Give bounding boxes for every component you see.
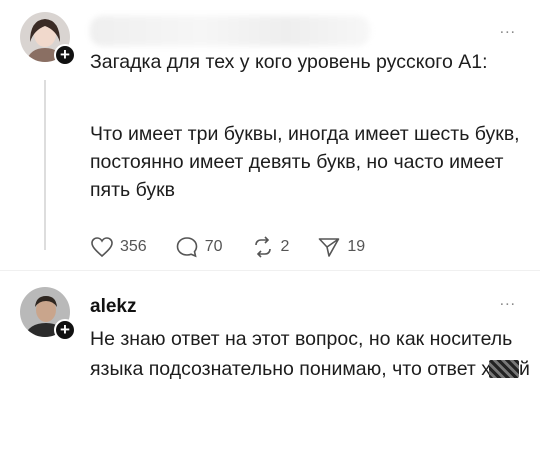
thread-line <box>44 80 46 250</box>
reply-username[interactable]: alekz <box>90 296 136 318</box>
reply-text: Не знаю ответ на этот вопрос, но как нос… <box>90 324 530 384</box>
comment-icon <box>176 237 198 258</box>
avatar[interactable]: + <box>20 12 76 66</box>
more-options-icon[interactable]: ... <box>500 20 516 38</box>
follow-plus-icon[interactable]: + <box>54 44 76 66</box>
censor-block <box>489 360 519 378</box>
reply-count: 70 <box>204 238 223 255</box>
more-options-icon[interactable]: ... <box>500 292 516 310</box>
reply-text-body: Не знаю ответ на этот вопрос, но как нос… <box>90 328 513 380</box>
like-button[interactable]: 356 <box>90 236 147 258</box>
post-text-body: Что имеет три буквы, иногда имеет шесть … <box>90 123 520 201</box>
blurred-username <box>90 16 370 46</box>
share-button[interactable]: 19 <box>317 236 365 258</box>
repost-count: 2 <box>280 238 290 255</box>
original-post: + ... Загадка для тех у кого уровень рус… <box>0 0 540 270</box>
share-count: 19 <box>347 238 366 255</box>
heart-icon <box>91 237 113 258</box>
post-actions: 356 70 2 19 <box>90 236 393 258</box>
divider <box>0 270 540 271</box>
like-count: 356 <box>120 238 147 255</box>
repost-icon <box>254 236 271 258</box>
avatar[interactable]: + <box>20 287 76 341</box>
reply-button[interactable]: 70 <box>175 236 223 258</box>
share-icon <box>319 238 340 257</box>
follow-plus-icon[interactable]: + <box>54 319 76 341</box>
reply-text-tail: й <box>519 358 530 380</box>
repost-button[interactable]: 2 <box>251 236 290 258</box>
post-text-title: Загадка для тех у кого уровень русского … <box>90 51 488 73</box>
